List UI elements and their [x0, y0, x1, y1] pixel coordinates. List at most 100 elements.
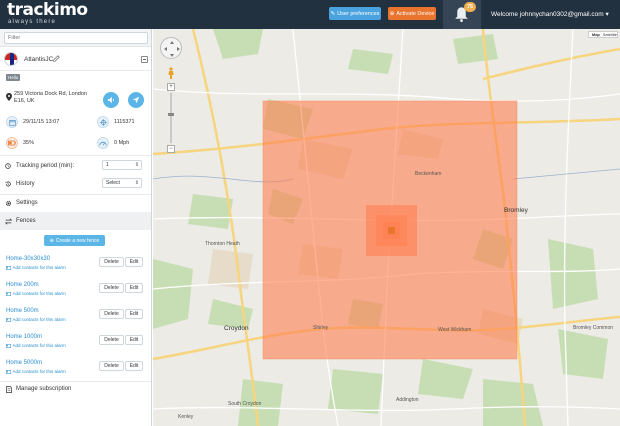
- locate-button[interactable]: [128, 92, 144, 108]
- plus-icon: ⊕: [49, 237, 54, 244]
- zoom-slider[interactable]: [170, 93, 172, 143]
- add-contacts-link[interactable]: Add contacts for this alarm: [6, 265, 66, 270]
- geofences: [262, 100, 518, 360]
- edit-fence-button[interactable]: Edit: [125, 283, 143, 293]
- logo-name: trackimo: [7, 0, 88, 20]
- device-row[interactable]: AtlantisJC: [0, 48, 151, 71]
- map-type-satellite[interactable]: Satellite: [603, 32, 617, 37]
- fence-name[interactable]: Home 200m: [6, 282, 39, 288]
- map-label-bromley: Bromley: [504, 207, 528, 214]
- contacts-icon: [6, 343, 11, 348]
- pencil-icon: ✎: [330, 10, 336, 17]
- contacts-icon: [6, 265, 11, 270]
- street-view-pegman-icon[interactable]: [167, 67, 175, 79]
- device-name: AtlantisJC: [24, 56, 54, 63]
- settings-row[interactable]: Settings: [0, 194, 151, 212]
- activate-device-button[interactable]: ⊕ Activate Device: [388, 7, 436, 20]
- select-arrows-icon: ⇕: [134, 180, 139, 186]
- edit-fence-button[interactable]: Edit: [125, 361, 143, 371]
- battery-level: 35%: [23, 140, 35, 146]
- device-address: 259 Victoria Dock Rd, London E16, UK: [14, 91, 87, 104]
- add-contacts-label: Add contacts for this alarm: [12, 291, 66, 296]
- add-contacts-link[interactable]: Add contacts for this alarm: [6, 291, 66, 296]
- map-tiles: [153, 29, 620, 426]
- fences-row[interactable]: Fences: [0, 212, 151, 230]
- speedometer-icon: [97, 137, 109, 149]
- contacts-icon: [6, 317, 11, 322]
- map-type-map[interactable]: Map: [589, 32, 603, 37]
- account-menu[interactable]: Welcome johnnychan0302@gmail.com ▾: [491, 10, 609, 18]
- plus-icon: ⊕: [389, 10, 395, 17]
- zoom-slider-handle[interactable]: [168, 113, 174, 116]
- edit-fence-button[interactable]: Edit: [125, 257, 143, 267]
- fence-item: Home 200m Add contacts for this alarm De…: [0, 281, 151, 307]
- speed: 0 Mph: [114, 140, 130, 146]
- user-preferences-button[interactable]: ✎ User preferences: [329, 7, 381, 20]
- contacts-icon: [6, 369, 11, 374]
- history-row[interactable]: History Select ⇕: [0, 175, 151, 193]
- edit-fence-button[interactable]: Edit: [125, 335, 143, 345]
- notification-count-badge: 76: [464, 2, 476, 12]
- map-label-bromley-common: Bromley Common: [573, 325, 614, 331]
- map-label-beckenham: Beckenham: [415, 171, 442, 177]
- calendar-icon: [6, 116, 18, 128]
- tracking-period-label: Tracking period (min):: [16, 163, 75, 169]
- filter-input[interactable]: [4, 32, 148, 44]
- map-view[interactable]: Bromley Croydon Thornton Heath Addington…: [153, 29, 620, 426]
- tracking-period-row: Tracking period (min): 1 ⇕: [0, 157, 151, 175]
- add-contacts-label: Add contacts for this alarm: [12, 343, 66, 348]
- tracking-period-value: 1: [106, 162, 109, 168]
- add-contacts-link[interactable]: Add contacts for this alarm: [6, 343, 66, 348]
- map-type-toggle[interactable]: Map Satellite: [588, 31, 618, 38]
- delete-fence-button[interactable]: Delete: [99, 257, 124, 267]
- status-badge: Hello: [6, 74, 21, 81]
- manage-subscription-row[interactable]: Manage subscription: [0, 381, 151, 399]
- add-contacts-label: Add contacts for this alarm: [12, 369, 66, 374]
- add-contacts-link[interactable]: Add contacts for this alarm: [6, 317, 66, 322]
- zoom-in-button[interactable]: +: [167, 83, 175, 91]
- device-id: 1115371: [114, 119, 135, 125]
- edit-icon[interactable]: [53, 55, 60, 62]
- contacts-icon: [6, 291, 11, 296]
- history-value: Select: [106, 180, 120, 186]
- map-label-addington: Addington: [396, 397, 419, 403]
- fence-name[interactable]: Home 5000m: [6, 360, 42, 366]
- pan-control[interactable]: [160, 37, 182, 59]
- logo[interactable]: trackimo always there: [7, 2, 88, 26]
- delete-fence-button[interactable]: Delete: [99, 361, 124, 371]
- settings-label: Settings: [16, 200, 38, 206]
- delete-fence-button[interactable]: Delete: [99, 283, 124, 293]
- device-id-icon: [97, 116, 109, 128]
- last-update: 29/11/15 13:07: [23, 119, 60, 125]
- fence-name[interactable]: Home-30x30x30: [6, 256, 50, 262]
- history-select[interactable]: Select ⇕: [102, 178, 142, 188]
- fence-item: Home 1000m Add contacts for this alarm D…: [0, 333, 151, 359]
- create-fence-button[interactable]: ⊕ Create a new fence: [44, 235, 105, 246]
- edit-fence-button[interactable]: Edit: [125, 309, 143, 319]
- delete-fence-button[interactable]: Delete: [99, 335, 124, 345]
- fence-name[interactable]: Home 500m: [6, 308, 39, 314]
- divider: [0, 155, 151, 156]
- sound-button[interactable]: [103, 92, 119, 108]
- history-icon: [5, 181, 11, 187]
- zoom-control: + −: [167, 83, 175, 153]
- add-contacts-link[interactable]: Add contacts for this alarm: [6, 369, 66, 374]
- user-preferences-label: User preferences: [337, 10, 380, 17]
- select-arrows-icon: ⇕: [134, 162, 139, 168]
- sidebar: AtlantisJC Hello 259 Victoria Dock Rd, L…: [0, 29, 152, 426]
- fence-name[interactable]: Home 1000m: [6, 334, 42, 340]
- navigation-arrow-icon: [132, 96, 140, 104]
- add-contacts-label: Add contacts for this alarm: [12, 265, 66, 270]
- logo-tagline: always there: [8, 19, 57, 25]
- fence-item: Home 500m Add contacts for this alarm De…: [0, 307, 151, 333]
- delete-fence-button[interactable]: Delete: [99, 309, 124, 319]
- gear-icon: [5, 200, 12, 207]
- welcome-text: Welcome johnnychan0302@gmail.com: [491, 11, 604, 18]
- notifications-button[interactable]: 76: [443, 0, 481, 29]
- map-label-croydon: Croydon: [224, 325, 249, 332]
- collapse-icon[interactable]: [141, 56, 148, 63]
- create-fence-label: Create a new fence: [55, 237, 100, 244]
- zoom-out-button[interactable]: −: [167, 145, 175, 153]
- tracking-period-select[interactable]: 1 ⇕: [102, 160, 142, 170]
- fence-item: Home-30x30x30 Add contacts for this alar…: [0, 255, 151, 281]
